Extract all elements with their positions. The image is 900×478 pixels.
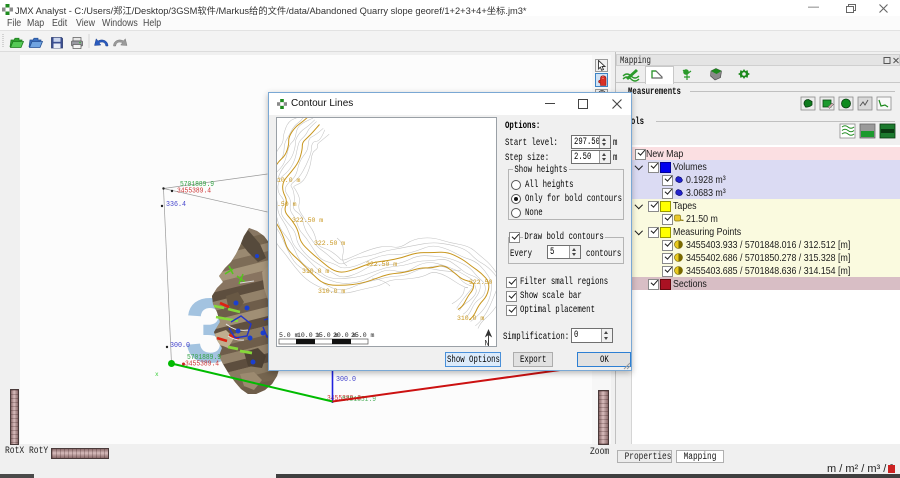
svg-text:x: x — [155, 371, 159, 378]
svg-text:322.50 m: 322.50 m — [292, 217, 323, 224]
svg-text:5.0 m: 5.0 m — [279, 332, 299, 339]
svg-text:25.0 m: 25.0 m — [351, 332, 375, 339]
svg-text:3455389.4: 3455389.4 — [177, 188, 211, 196]
svg-text:310.0 m: 310.0 m — [302, 268, 329, 275]
svg-text:N: N — [484, 339, 489, 347]
svg-text:300.0: 300.0 — [170, 342, 190, 350]
svg-text:322.50 m: 322.50 m — [469, 279, 496, 286]
svg-text:300.0: 300.0 — [336, 376, 356, 384]
svg-text:310.0 m: 310.0 m — [457, 315, 484, 322]
svg-text:336.4: 336.4 — [166, 201, 186, 209]
svg-text:322.50 m: 322.50 m — [314, 240, 345, 247]
svg-text:322.50 m: 322.50 m — [366, 261, 397, 268]
svg-text:10.0 m: 10.0 m — [277, 177, 301, 184]
svg-text:.50 m: .50 m — [277, 201, 297, 208]
svg-text:310.0 m: 310.0 m — [318, 288, 345, 295]
